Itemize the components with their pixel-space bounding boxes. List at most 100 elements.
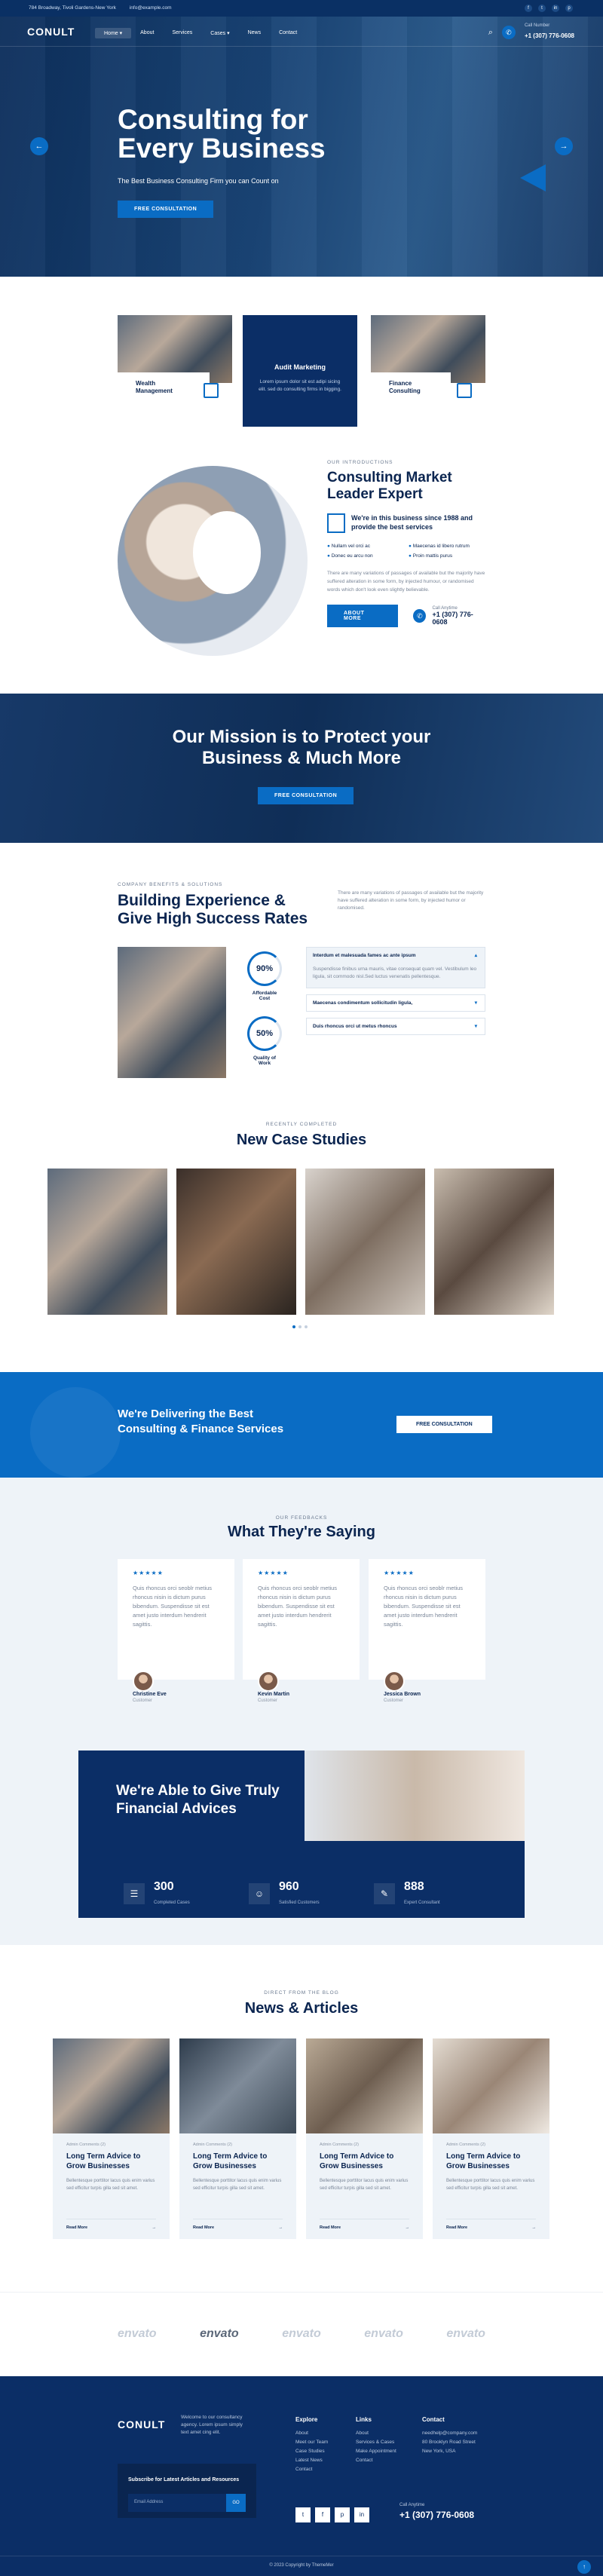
brand-logo[interactable]: envato — [282, 2327, 321, 2341]
footer-link[interactable]: Case Studies — [295, 2447, 328, 2456]
footer-link[interactable]: Meet our Team — [295, 2438, 328, 2447]
news-image — [179, 2038, 296, 2133]
news-title: News & Articles — [244, 2000, 359, 2017]
mission-consultation-button[interactable]: Free Consultation — [258, 787, 354, 804]
footer-link[interactable]: Latest News — [295, 2456, 328, 2465]
case-image[interactable] — [47, 1169, 167, 1315]
brand-logo[interactable]: envato — [118, 2327, 157, 2341]
news-card-title[interactable]: Long Term Advice to Grow Businesses — [320, 2152, 409, 2171]
service-card-active[interactable]: Audit Marketing Lorem ipsum dolor sit es… — [243, 315, 357, 427]
hero-consultation-button[interactable]: Free Consultation — [118, 201, 214, 218]
about-section: Our Introductions Consulting Market Lead… — [0, 460, 603, 671]
read-more-link[interactable]: Read More — [66, 2225, 87, 2230]
testimonial-person: Kevin Martin Customer — [258, 1671, 375, 1703]
hotline-label: Call Anytime — [399, 2503, 425, 2507]
nav-services[interactable]: Services — [163, 28, 201, 38]
counter-label: Satisfied Customers — [279, 1901, 320, 1905]
accordion-title: Maecenas condimentum sollicitudin ligula… — [313, 1000, 413, 1006]
phone-icon: ✆ — [413, 609, 427, 623]
accordion-item[interactable]: Maecenas condimentum sollicitudin ligula… — [306, 994, 485, 1012]
brand-logo[interactable]: envato — [364, 2327, 403, 2341]
pinterest-icon[interactable]: p — [565, 5, 573, 12]
twitter-icon[interactable]: t — [295, 2507, 311, 2522]
footer-link[interactable]: Contact — [295, 2465, 328, 2474]
slider-next-arrow-icon[interactable]: → — [555, 137, 573, 155]
hotline-number[interactable]: +1 (307) 776-0608 — [399, 2510, 474, 2520]
pinterest-icon[interactable]: p — [335, 2507, 350, 2522]
accordion-item[interactable]: Interdum et malesuada fames ac ante ipsu… — [306, 947, 485, 988]
brand-logo[interactable]: envato — [446, 2327, 485, 2341]
nav-news[interactable]: News — [239, 28, 271, 38]
banner-consultation-button[interactable]: Free Consultation — [396, 1416, 492, 1433]
news-card[interactable]: Admin Comments (2) Long Term Advice to G… — [179, 2038, 296, 2239]
about-image — [118, 466, 308, 656]
case-image[interactable] — [434, 1169, 554, 1315]
news-image — [53, 2038, 170, 2133]
accordion-item[interactable]: Duis rhoncus orci ut metus rhoncus ▾ — [306, 1018, 485, 1035]
facebook-icon[interactable]: f — [315, 2507, 330, 2522]
news-card[interactable]: Admin Comments (2) Long Term Advice to G… — [433, 2038, 549, 2239]
news-card-title[interactable]: Long Term Advice to Grow Businesses — [66, 2152, 156, 2171]
scroll-top-arrow-icon[interactable]: ↑ — [577, 2560, 591, 2574]
search-icon[interactable]: ⌕ — [488, 28, 493, 38]
footer-link[interactable]: Contact — [356, 2456, 396, 2465]
arrow-right-icon[interactable]: → — [152, 2225, 157, 2230]
twitter-icon[interactable]: t — [538, 5, 546, 12]
arrow-right-icon[interactable]: → — [532, 2225, 537, 2230]
footer-link[interactable]: Make Appointment — [356, 2447, 396, 2456]
carousel-dots[interactable] — [292, 1325, 308, 1328]
instagram-icon[interactable]: in — [354, 2507, 369, 2522]
footer-hotline: Call Anytime +1 (307) 776-0608 — [399, 2503, 474, 2520]
person-role: Customer — [384, 1698, 404, 1703]
read-more-link[interactable]: Read More — [320, 2225, 341, 2230]
news-meta: Admin Comments (2) — [320, 2143, 359, 2147]
slider-prev-arrow-icon[interactable]: ← — [30, 137, 48, 155]
exp-paragraph: There are many variations of passages of… — [338, 890, 484, 911]
brand-logo[interactable]: envato — [200, 2327, 239, 2341]
news-image — [306, 2038, 423, 2133]
nav-about[interactable]: About — [131, 28, 163, 38]
instagram-icon[interactable]: in — [552, 5, 559, 12]
case-image[interactable] — [305, 1169, 425, 1315]
footer-email[interactable]: needhelp@company.com — [422, 2429, 477, 2438]
header-phone[interactable]: +1 (307) 776-0608 — [525, 32, 574, 39]
nav-cases[interactable]: Cases ▾ — [201, 28, 238, 38]
facebook-icon[interactable]: f — [525, 5, 532, 12]
news-card-title[interactable]: Long Term Advice to Grow Businesses — [446, 2152, 536, 2171]
read-more-link[interactable]: Read More — [193, 2225, 214, 2230]
person-role: Customer — [258, 1698, 278, 1703]
arrow-right-icon[interactable]: → — [406, 2225, 410, 2230]
site-footer: CONULT Welcome to our consultancy agency… — [0, 2376, 603, 2576]
footer-logo[interactable]: CONULT — [118, 2418, 165, 2431]
news-card[interactable]: Admin Comments (2) Long Term Advice to G… — [53, 2038, 170, 2239]
news-eyebrow: Direct from the Blog — [264, 1990, 339, 1996]
news-excerpt: Bellentesque porttitor lacus quis enim v… — [320, 2179, 409, 2191]
nav-home[interactable]: Home ▾ — [95, 28, 132, 38]
cases-icon: ☰ — [124, 1883, 145, 1904]
footer-link[interactable]: About — [295, 2429, 328, 2438]
address-text: 784 Broadway, Tivoli Gardens-New York — [29, 5, 116, 11]
arrow-right-icon[interactable]: → — [279, 2225, 283, 2230]
star-rating-icon: ★★★★★ — [133, 1570, 164, 1576]
footer-link[interactable]: About — [356, 2429, 396, 2438]
site-logo[interactable]: CONULT — [27, 26, 75, 38]
hero-title: Consulting for Every Business — [118, 104, 326, 164]
counter: ☺ 960 Satisfied Customers — [249, 1880, 320, 1907]
accordion-title: Duis rhoncus orci ut metus rhoncus — [313, 1024, 397, 1029]
news-card[interactable]: Admin Comments (2) Long Term Advice to G… — [306, 2038, 423, 2239]
about-more-button[interactable]: About More — [327, 605, 399, 627]
read-more-link[interactable]: Read More — [446, 2225, 467, 2230]
service-card[interactable]: Wealth Management — [118, 315, 232, 406]
newsletter-email-input[interactable]: Email Address — [128, 2494, 226, 2512]
service-card[interactable]: Finance Consulting — [371, 315, 485, 406]
about-phone[interactable]: +1 (307) 776-0608 — [432, 611, 485, 626]
counter-label: Expert Consultant — [404, 1901, 440, 1905]
stat-quality: 50% Quality of Work — [247, 1016, 282, 1066]
newsletter-submit-button[interactable]: GO — [226, 2494, 246, 2512]
footer-link[interactable]: Services & Cases — [356, 2438, 396, 2447]
case-image[interactable] — [176, 1169, 296, 1315]
testimonials-section: Our Feedbacks What They're Saying ★★★★★ … — [0, 1478, 603, 1945]
news-card-title[interactable]: Long Term Advice to Grow Businesses — [193, 2152, 283, 2171]
nav-contact[interactable]: Contact — [270, 28, 306, 38]
email-link[interactable]: info@example.com — [130, 5, 172, 11]
